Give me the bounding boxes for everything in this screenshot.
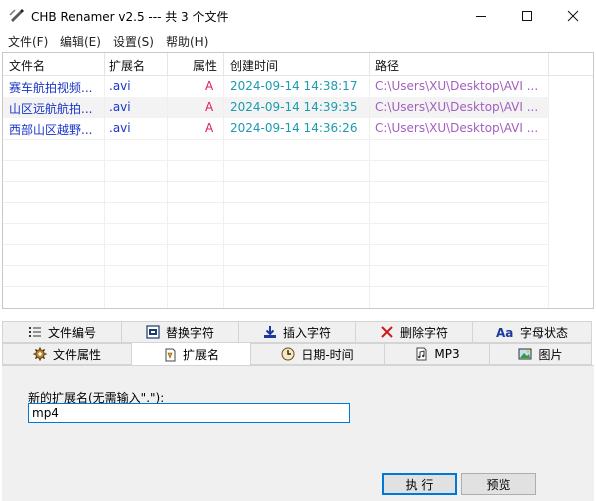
table-row[interactable]: 赛车航拍视频... .avi A 2024-09-14 14:38:17 C:\… — [3, 76, 548, 97]
cell-path: C:\Users\XU\Desktop\AVI ... — [375, 121, 539, 135]
cell-ext: .avi — [109, 121, 131, 135]
menu-file[interactable]: 文件(F) — [8, 33, 48, 50]
cell-attr: A — [205, 79, 214, 93]
tab-insert-chars[interactable]: 插入字符 — [238, 321, 356, 343]
menu-help[interactable]: 帮助(H) — [166, 33, 208, 50]
tab-file-attributes[interactable]: 文件属性 — [2, 343, 132, 365]
menu-edit[interactable]: 编辑(E) — [60, 33, 101, 50]
insert-icon — [263, 325, 277, 339]
delete-x-icon — [380, 325, 394, 339]
minimize-button[interactable] — [458, 0, 504, 31]
menu-bar: 文件(F) 编辑(E) 设置(S) 帮助(H) — [0, 31, 596, 51]
table-row[interactable]: 西部山区越野... .avi A 2024-09-14 14:36:26 C:\… — [3, 118, 548, 139]
window-title: CHB Renamer v2.5 --- 共 3 个文件 — [31, 10, 229, 24]
column-header-attr[interactable]: 属性 — [193, 57, 217, 74]
column-header-path[interactable]: 路径 — [375, 57, 399, 74]
function-tabs: 文件编号 替换字符 插入字符 删除字符 Aa 字母状态 文件属性 扩展名 日期-… — [0, 321, 596, 366]
new-extension-input[interactable] — [28, 403, 350, 423]
cell-attr: A — [205, 121, 214, 135]
tab-picture[interactable]: 图片 — [489, 343, 592, 365]
app-icon — [9, 7, 25, 23]
tab-label: 日期-时间 — [301, 347, 354, 362]
tab-extension[interactable]: 扩展名 — [131, 342, 251, 366]
tab-label: 扩展名 — [182, 348, 219, 362]
tab-label: 字母状态 — [519, 325, 568, 340]
cell-ext: .avi — [109, 100, 131, 114]
tab-file-numbering[interactable]: 文件编号 — [2, 321, 122, 343]
list-number-icon — [28, 325, 42, 339]
svg-text:Aa: Aa — [496, 326, 513, 339]
tab-label: 替换字符 — [165, 325, 214, 340]
tab-date-time[interactable]: 日期-时间 — [250, 343, 385, 365]
execute-button[interactable]: 执 行 — [382, 473, 457, 495]
cell-path: C:\Users\XU\Desktop\AVI ... — [375, 100, 539, 114]
gear-icon — [33, 347, 47, 361]
clock-icon — [281, 347, 295, 361]
cell-path: C:\Users\XU\Desktop\AVI ... — [375, 79, 539, 93]
preview-button[interactable]: 预览 — [461, 473, 536, 495]
cell-attr: A — [205, 100, 214, 114]
cell-name: 西部山区越野... — [9, 123, 93, 137]
tab-label: 文件编号 — [47, 325, 96, 340]
tab-label: 删除字符 — [399, 325, 448, 340]
cell-created: 2024-09-14 14:36:26 — [230, 121, 358, 135]
cell-name: 山区远航航拍... — [9, 102, 93, 116]
tab-label: 插入字符 — [282, 325, 331, 340]
title-bar: CHB Renamer v2.5 --- 共 3 个文件 — [0, 0, 596, 31]
maximize-button[interactable] — [504, 0, 550, 31]
menu-settings[interactable]: 设置(S) — [113, 33, 154, 50]
tab-delete-chars[interactable]: 删除字符 — [355, 321, 473, 343]
close-button[interactable] — [550, 0, 596, 31]
cell-name: 赛车航拍视频... — [9, 81, 93, 95]
cell-created: 2024-09-14 14:39:35 — [230, 100, 358, 114]
tab-letter-case[interactable]: Aa 字母状态 — [472, 321, 592, 343]
table-row[interactable]: 山区远航航拍... .avi A 2024-09-14 14:39:35 C:\… — [3, 97, 548, 118]
tab-replace-chars[interactable]: 替换字符 — [121, 321, 239, 343]
picture-icon — [518, 347, 532, 361]
column-header-name[interactable]: 文件名 — [9, 57, 45, 74]
tab-label: 文件属性 — [52, 347, 101, 362]
column-header-ext[interactable]: 扩展名 — [109, 57, 145, 74]
column-header-created[interactable]: 创建时间 — [230, 57, 278, 74]
extension-icon — [163, 348, 177, 362]
cell-ext: .avi — [109, 79, 131, 93]
tab-mp3[interactable]: MP3 — [384, 343, 490, 365]
mp3-icon — [414, 347, 428, 361]
file-list[interactable]: 文件名 扩展名 属性 创建时间 路径 赛车航拍视频... .avi A 2024… — [2, 52, 594, 309]
tab-label: MP3 — [434, 347, 460, 361]
list-header: 文件名 扩展名 属性 创建时间 路径 — [3, 53, 593, 76]
replace-icon — [146, 325, 160, 339]
letter-case-icon: Aa — [496, 325, 514, 339]
cell-created: 2024-09-14 14:38:17 — [230, 79, 358, 93]
tab-label: 图片 — [538, 347, 563, 362]
